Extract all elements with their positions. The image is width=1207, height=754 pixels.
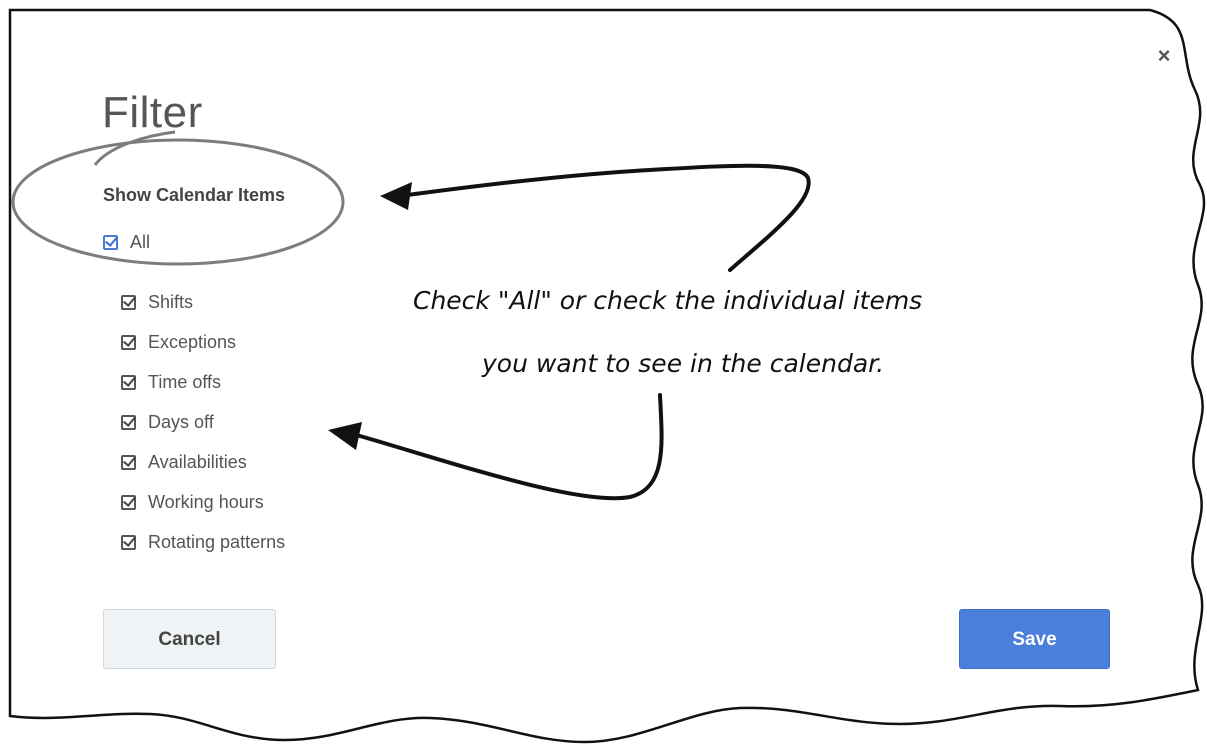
checkbox-label: All <box>130 232 151 252</box>
checkbox-label: Working hours <box>148 492 264 512</box>
checkbox-checked-icon[interactable] <box>103 234 118 250</box>
checkbox-days-off[interactable]: Days off <box>121 409 214 435</box>
checkbox-checked-icon[interactable] <box>121 494 136 510</box>
cancel-button[interactable]: Cancel <box>103 609 276 669</box>
checkbox-label: Days off <box>148 412 214 432</box>
annotation-text-line2: you want to see in the calendar. <box>482 349 885 378</box>
checkbox-checked-icon[interactable] <box>121 454 136 470</box>
save-button[interactable]: Save <box>959 609 1110 669</box>
checkbox-label: Exceptions <box>148 332 237 352</box>
checkbox-checked-icon[interactable] <box>121 374 136 390</box>
checkbox-shifts[interactable]: Shifts <box>121 289 193 315</box>
checkbox-working-hours[interactable]: Working hours <box>121 489 264 515</box>
checkbox-exceptions[interactable]: Exceptions <box>121 329 236 355</box>
checkbox-label: Time offs <box>148 372 222 392</box>
checkbox-label: Availabilities <box>148 452 247 472</box>
close-icon[interactable]: × <box>1150 40 1178 72</box>
checkbox-checked-icon[interactable] <box>121 334 136 350</box>
checkbox-all[interactable]: All <box>103 229 150 255</box>
screenshot-stage: × Filter Show Calendar Items All Shifts … <box>0 0 1207 754</box>
checkbox-availabilities[interactable]: Availabilities <box>121 449 247 475</box>
checkbox-time-offs[interactable]: Time offs <box>121 369 221 395</box>
checkbox-checked-icon[interactable] <box>121 414 136 430</box>
checkbox-checked-icon[interactable] <box>121 294 136 310</box>
dialog-title: Filter <box>102 88 203 137</box>
checkbox-label: Rotating patterns <box>148 532 286 552</box>
section-heading: Show Calendar Items <box>103 185 286 205</box>
checkbox-label: Shifts <box>148 292 194 312</box>
checkbox-checked-icon[interactable] <box>121 534 136 550</box>
checkbox-rotating-patterns[interactable]: Rotating patterns <box>121 529 285 555</box>
annotation-text-line1: Check "All" or check the individual item… <box>413 286 923 315</box>
